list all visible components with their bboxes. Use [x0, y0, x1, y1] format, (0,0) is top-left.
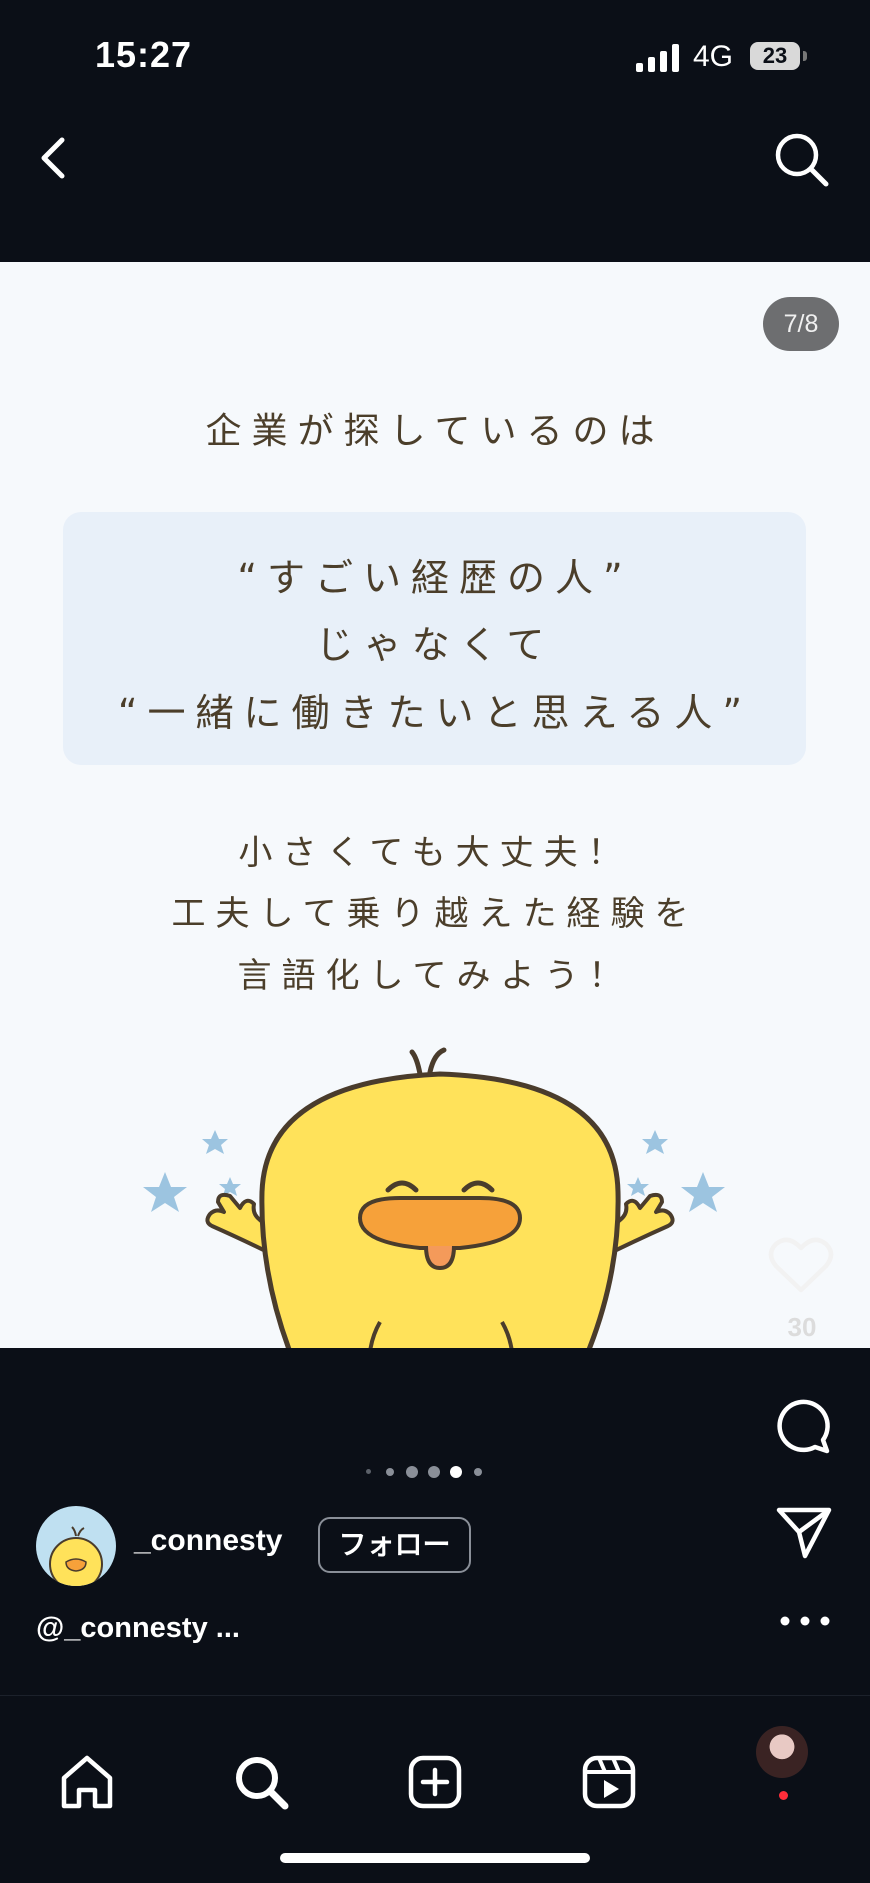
signal-icon — [636, 44, 680, 72]
notification-dot — [779, 1791, 788, 1800]
author-username[interactable]: _connesty — [134, 1524, 282, 1558]
star-icon — [627, 1130, 725, 1212]
carousel-dot — [474, 1468, 482, 1476]
create-icon — [408, 1755, 462, 1809]
search-button[interactable] — [772, 130, 830, 188]
post-image[interactable]: 7/8 企業が探しているのは “すごい経歴の人” じゃなくて “一緒に働きたいと… — [0, 262, 870, 1348]
back-button[interactable] — [30, 128, 80, 188]
post-heading: 企業が探しているのは — [205, 411, 665, 452]
body-line: 工夫して乗り越えた経験を — [171, 894, 699, 934]
carousel-dot — [406, 1466, 418, 1478]
quote-line: じゃなくて — [315, 623, 555, 667]
tab-explore[interactable] — [231, 1752, 291, 1812]
comment-icon — [777, 1399, 830, 1454]
carousel-dot — [428, 1466, 440, 1478]
post-caption[interactable]: @_connesty ... — [36, 1612, 240, 1645]
explore-icon — [236, 1757, 289, 1810]
carousel-dot-active — [450, 1466, 462, 1478]
battery-tip — [803, 51, 807, 61]
like-button[interactable] — [768, 1236, 834, 1294]
share-button[interactable] — [775, 1504, 833, 1560]
body-line: 小さくても大丈夫！ — [238, 833, 632, 873]
home-indicator[interactable] — [280, 1853, 590, 1863]
home-icon — [61, 1755, 113, 1809]
tab-home[interactable] — [57, 1752, 117, 1812]
duck-avatar-icon — [49, 1526, 103, 1586]
like-count: 30 — [787, 1312, 817, 1342]
carousel-indicator — [362, 1462, 488, 1482]
battery-icon: 23 — [750, 42, 800, 70]
back-icon — [41, 137, 65, 179]
search-icon — [775, 133, 829, 187]
body-line: 言語化してみよう！ — [237, 956, 633, 996]
tab-reels[interactable] — [579, 1752, 639, 1812]
page-counter: 7/8 — [763, 297, 839, 351]
quote-line: “すごい経歴の人” — [237, 556, 633, 600]
duck-mascot-illustration — [143, 1047, 725, 1348]
reels-icon — [582, 1755, 636, 1809]
share-icon — [776, 1507, 832, 1559]
comment-button[interactable] — [775, 1398, 831, 1454]
more-icon — [780, 1616, 830, 1626]
carousel-dot — [386, 1468, 394, 1476]
avatar[interactable] — [36, 1506, 116, 1586]
follow-button[interactable]: フォロー — [318, 1517, 471, 1573]
profile-avatar[interactable] — [756, 1726, 808, 1778]
carousel-dot — [366, 1469, 371, 1474]
more-button[interactable] — [777, 1613, 833, 1629]
network-type: 4G — [693, 40, 734, 73]
tab-create[interactable] — [405, 1752, 465, 1812]
status-time: 15:27 — [95, 34, 193, 75]
heart-icon — [768, 1237, 834, 1293]
quote-line: “一緒に働きたいと思える人” — [117, 691, 753, 735]
